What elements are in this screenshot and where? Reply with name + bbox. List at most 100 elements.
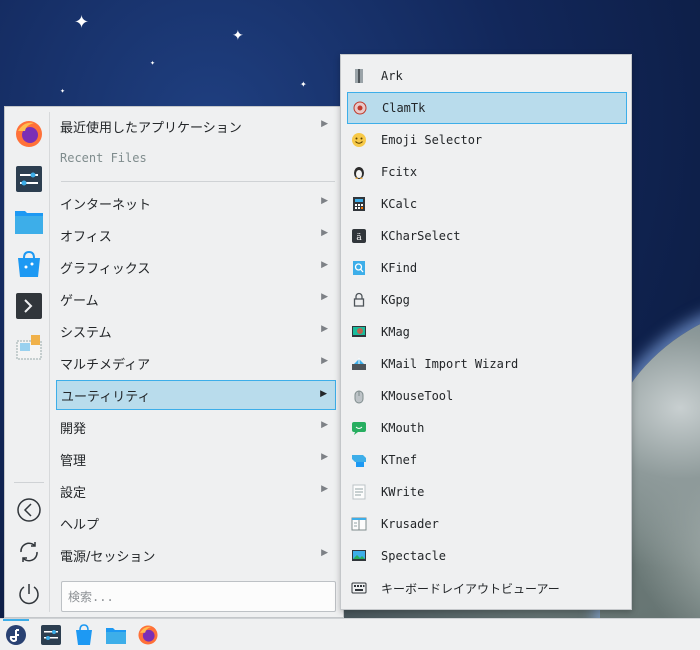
app-label: KTnef	[381, 453, 418, 467]
app-label: Ark	[381, 69, 403, 83]
terminal-icon[interactable]	[12, 289, 46, 323]
mouse-icon	[351, 388, 367, 404]
category-multimedia[interactable]: マルチメディア ▶	[56, 348, 336, 378]
charselect-icon: ä	[351, 228, 367, 244]
mail-import-icon	[351, 356, 367, 372]
category-recent-files[interactable]: Recent Files	[56, 143, 336, 173]
chevron-right-icon: ▶	[320, 389, 327, 399]
speech-icon	[351, 420, 367, 436]
shutdown-icon[interactable]	[14, 579, 44, 609]
package-icon[interactable]	[12, 330, 46, 364]
category-label: システム	[60, 325, 112, 341]
app-label: KMag	[381, 325, 410, 339]
category-administration[interactable]: 管理 ▶	[56, 444, 336, 474]
search-box[interactable]	[61, 581, 336, 612]
utilities-submenu: Ark ClamTk Emoji Selector Fcitx KCalc ä …	[340, 54, 632, 610]
discover-icon[interactable]	[12, 247, 46, 281]
file-manager-twin-icon	[351, 516, 367, 532]
app-kcalc[interactable]: KCalc	[347, 188, 627, 220]
file-manager-icon[interactable]	[103, 622, 129, 648]
application-launcher: 最近使用したアプリケーション ▶ Recent Files インターネット ▶ …	[4, 106, 344, 618]
favorites-bar	[10, 112, 50, 612]
category-office[interactable]: オフィス ▶	[56, 220, 336, 250]
category-power-session[interactable]: 電源/セッション ▶	[56, 540, 336, 570]
category-label: ヘルプ	[60, 517, 100, 533]
category-settings[interactable]: 設定 ▶	[56, 476, 336, 506]
app-label: Spectacle	[381, 549, 447, 563]
category-internet[interactable]: インターネット ▶	[56, 188, 336, 218]
app-label: キーボードレイアウトビューアー	[381, 581, 560, 596]
chevron-right-icon: ▶	[321, 228, 328, 238]
firefox-icon[interactable]	[135, 622, 161, 648]
archive-icon	[351, 68, 367, 84]
app-krusader[interactable]: Krusader	[347, 508, 627, 540]
category-recent-applications[interactable]: 最近使用したアプリケーション ▶	[56, 111, 336, 141]
app-clamtk[interactable]: ClamTk	[347, 92, 627, 124]
app-keyboard-layout-viewer[interactable]: キーボードレイアウトビューアー	[347, 572, 627, 604]
magnifier-icon	[351, 324, 367, 340]
category-games[interactable]: ゲーム ▶	[56, 284, 336, 314]
app-kmousetool[interactable]: KMouseTool	[347, 380, 627, 412]
app-kwrite[interactable]: KWrite	[347, 476, 627, 508]
search-input[interactable]	[68, 589, 335, 604]
category-utilities[interactable]: ユーティリティ ▶	[56, 380, 336, 410]
category-label: オフィス	[60, 229, 112, 245]
chevron-right-icon: ▶	[321, 548, 328, 558]
tnef-icon	[351, 452, 367, 468]
lock-screen-icon[interactable]	[14, 495, 44, 525]
calculator-icon	[351, 196, 367, 212]
chevron-right-icon: ▶	[321, 324, 328, 334]
switch-user-icon[interactable]	[14, 537, 44, 567]
category-system[interactable]: システム ▶	[56, 316, 336, 346]
category-label: 電源/セッション	[60, 549, 156, 565]
category-label: 開発	[60, 421, 87, 437]
keyboard-icon	[351, 580, 367, 596]
app-kgpg[interactable]: KGpg	[347, 284, 627, 316]
app-spectacle[interactable]: Spectacle	[347, 540, 627, 572]
app-label: Emoji Selector	[381, 133, 483, 147]
star: ✦	[300, 80, 307, 89]
chevron-right-icon: ▶	[321, 196, 328, 206]
app-label: KCharSelect	[381, 229, 461, 243]
category-label: 設定	[60, 485, 87, 501]
app-kmail-import-wizard[interactable]: KMail Import Wizard	[347, 348, 627, 380]
app-emoji-selector[interactable]: Emoji Selector	[347, 124, 627, 156]
app-label: KFind	[381, 261, 418, 275]
category-label: マルチメディア	[60, 357, 151, 373]
lock-icon	[351, 292, 367, 308]
app-kcharselect[interactable]: ä KCharSelect	[347, 220, 627, 252]
app-ark[interactable]: Ark	[347, 60, 627, 92]
emoji-icon	[351, 132, 367, 148]
app-fcitx[interactable]: Fcitx	[347, 156, 627, 188]
fedora-launcher-icon[interactable]	[3, 619, 29, 649]
svg-text:ä: ä	[356, 233, 362, 243]
app-label: Krusader	[381, 517, 439, 531]
category-label: 管理	[60, 453, 87, 469]
app-ktnef[interactable]: KTnef	[347, 444, 627, 476]
penguin-icon	[351, 164, 367, 180]
app-label: KMouseTool	[381, 389, 454, 403]
firefox-icon[interactable]	[12, 117, 46, 151]
star: ✦	[150, 60, 156, 67]
system-settings-icon[interactable]	[38, 622, 64, 648]
app-label: ClamTk	[382, 101, 426, 115]
star: ✦	[60, 88, 66, 95]
category-development[interactable]: 開発 ▶	[56, 412, 336, 442]
find-icon	[351, 260, 367, 276]
settings-icon[interactable]	[12, 162, 46, 196]
app-label: Fcitx	[381, 165, 418, 179]
category-label: ユーティリティ	[61, 389, 151, 405]
app-kmouth[interactable]: KMouth	[347, 412, 627, 444]
app-kfind[interactable]: KFind	[347, 252, 627, 284]
discover-icon[interactable]	[71, 622, 97, 648]
chevron-right-icon: ▶	[321, 260, 328, 270]
app-kmag[interactable]: KMag	[347, 316, 627, 348]
file-manager-icon[interactable]	[12, 204, 46, 238]
app-label: KCalc	[381, 197, 418, 211]
category-label: Recent Files	[60, 151, 147, 165]
app-label: KMail Import Wizard	[381, 357, 519, 371]
chevron-right-icon: ▶	[321, 292, 328, 302]
category-help[interactable]: ヘルプ	[56, 508, 336, 538]
category-graphics[interactable]: グラフィックス ▶	[56, 252, 336, 282]
chevron-right-icon: ▶	[321, 484, 328, 494]
